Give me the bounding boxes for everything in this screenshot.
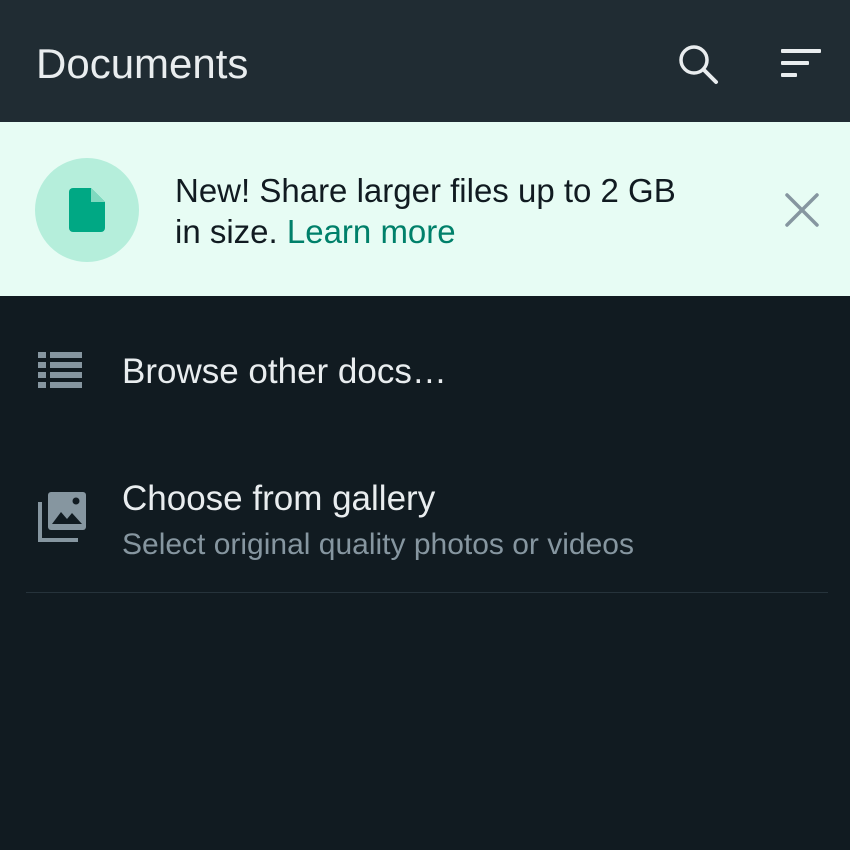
list-divider	[26, 592, 828, 593]
learn-more-link[interactable]: Learn more	[287, 213, 456, 250]
close-banner-button[interactable]	[772, 180, 832, 240]
gallery-icon	[36, 490, 88, 549]
browse-other-docs-option[interactable]: Browse other docs…	[0, 328, 850, 418]
file-icon-badge	[35, 158, 139, 262]
sort-button[interactable]	[772, 34, 832, 94]
app-bar: Documents	[0, 0, 850, 122]
banner-message: New! Share larger files up to 2 GB in si…	[175, 170, 695, 252]
search-button[interactable]	[668, 34, 728, 94]
choose-from-gallery-option[interactable]: Choose from gallery Select original qual…	[0, 460, 850, 590]
page-title: Documents	[36, 40, 249, 87]
browse-other-docs-label: Browse other docs…	[122, 352, 447, 391]
choose-from-gallery-label: Choose from gallery	[122, 479, 436, 518]
sort-icon	[781, 49, 821, 77]
search-icon	[679, 45, 718, 84]
file-icon	[69, 188, 105, 232]
large-files-banner: New! Share larger files up to 2 GB in si…	[0, 122, 850, 296]
close-icon	[785, 193, 819, 227]
choose-from-gallery-subtitle: Select original quality photos or videos	[122, 528, 634, 561]
list-icon	[36, 350, 84, 395]
